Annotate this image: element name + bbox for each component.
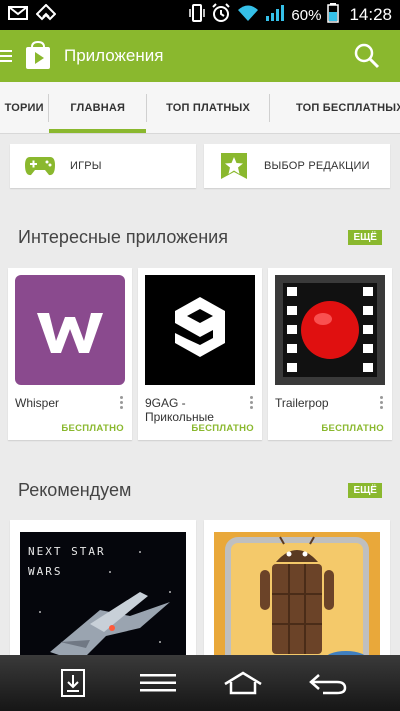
play-store-logo-icon[interactable] xyxy=(20,38,56,74)
app-card-whisper[interactable]: Whisper БЕСПЛАТНО xyxy=(8,268,132,440)
tab-home[interactable]: ГЛАВНАЯ xyxy=(49,82,146,133)
section-recommended-header: Рекомендуем ЕЩЁ xyxy=(18,480,382,501)
battery-icon xyxy=(327,3,340,27)
phone-vibrate-icon xyxy=(189,3,206,27)
tab-top-paid[interactable]: ТОП ПЛАТНЫХ xyxy=(147,82,269,133)
whisper-icon xyxy=(15,275,125,385)
signal-icon xyxy=(265,4,285,26)
alarm-icon xyxy=(211,3,231,27)
gamepad-icon xyxy=(24,150,56,182)
app-card-9gag[interactable]: 9GAG - Прикольные БЕСПЛАТНО xyxy=(138,268,262,440)
app-name: Trailerpop xyxy=(275,396,329,410)
space-game-art: NEXT STAR WARS xyxy=(20,532,186,670)
games-card[interactable]: ИГРЫ xyxy=(10,144,196,188)
back-icon[interactable] xyxy=(305,663,351,703)
app-name: Whisper xyxy=(15,396,60,410)
category-row: ИГРЫ ВЫБОР РЕДАКЦИИ xyxy=(10,144,390,188)
overflow-menu-icon[interactable] xyxy=(380,396,384,409)
section-interesting-header: Интересные приложения ЕЩЁ xyxy=(18,227,382,248)
overflow-menu-icon[interactable] xyxy=(250,396,254,409)
apps-row: Whisper БЕСПЛАТНО 9GAG - Прикольные БЕСП… xyxy=(8,268,392,440)
app-price: БЕСПЛАТНО xyxy=(321,423,384,434)
editors-choice-card[interactable]: ВЫБОР РЕДАКЦИИ xyxy=(204,144,390,188)
tab-top-free[interactable]: ТОП БЕСПЛАТНЫХ xyxy=(270,82,400,133)
search-icon[interactable] xyxy=(352,41,382,71)
download-icon[interactable] xyxy=(50,663,96,703)
games-label: ИГРЫ xyxy=(70,160,102,172)
editors-choice-icon xyxy=(218,150,250,182)
recommended-card[interactable] xyxy=(204,520,390,670)
app-name: 9GAG - Прикольные xyxy=(145,396,214,424)
feedly-icon xyxy=(35,3,57,27)
more-button[interactable]: ЕЩЁ xyxy=(348,230,382,245)
battery-percent: 60% xyxy=(291,6,322,24)
editors-choice-label: ВЫБОР РЕДАКЦИИ xyxy=(264,160,370,172)
gmail-icon xyxy=(8,5,28,26)
menu-icon[interactable] xyxy=(135,663,181,703)
wifi-icon xyxy=(237,4,259,26)
tab-categories[interactable]: ТОРИИ xyxy=(0,82,48,133)
home-icon[interactable] xyxy=(220,663,266,703)
9gag-icon xyxy=(145,275,255,385)
status-bar: 60% 14:28 xyxy=(0,0,400,30)
overflow-menu-icon[interactable] xyxy=(120,396,124,409)
more-button[interactable]: ЕЩЁ xyxy=(348,483,382,498)
app-price: БЕСПЛАТНО xyxy=(191,423,254,434)
system-nav-bar xyxy=(0,655,400,711)
section-title: Интересные приложения xyxy=(18,227,228,247)
recommended-card[interactable]: NEXT STAR WARS xyxy=(10,520,196,670)
tab-bar: ТОРИИ ГЛАВНАЯ ТОП ПЛАТНЫХ ТОП БЕСПЛАТНЫХ xyxy=(0,82,400,134)
section-title: Рекомендуем xyxy=(18,480,132,500)
trailerpop-icon xyxy=(275,275,385,385)
play-store-screen: 60% 14:28 Приложения ТОРИИ ГЛАВНАЯ ТОП П… xyxy=(0,0,400,711)
app-card-trailerpop[interactable]: Trailerpop БЕСПЛАТНО xyxy=(268,268,392,440)
clock: 14:28 xyxy=(349,5,392,24)
page-title: Приложения xyxy=(64,46,164,65)
drawer-menu-icon[interactable] xyxy=(0,50,14,62)
android-kitkat-art xyxy=(214,532,380,670)
app-bar: Приложения xyxy=(0,30,400,82)
recommended-row: NEXT STAR WARS xyxy=(10,520,390,670)
app-price: БЕСПЛАТНО xyxy=(61,423,124,434)
